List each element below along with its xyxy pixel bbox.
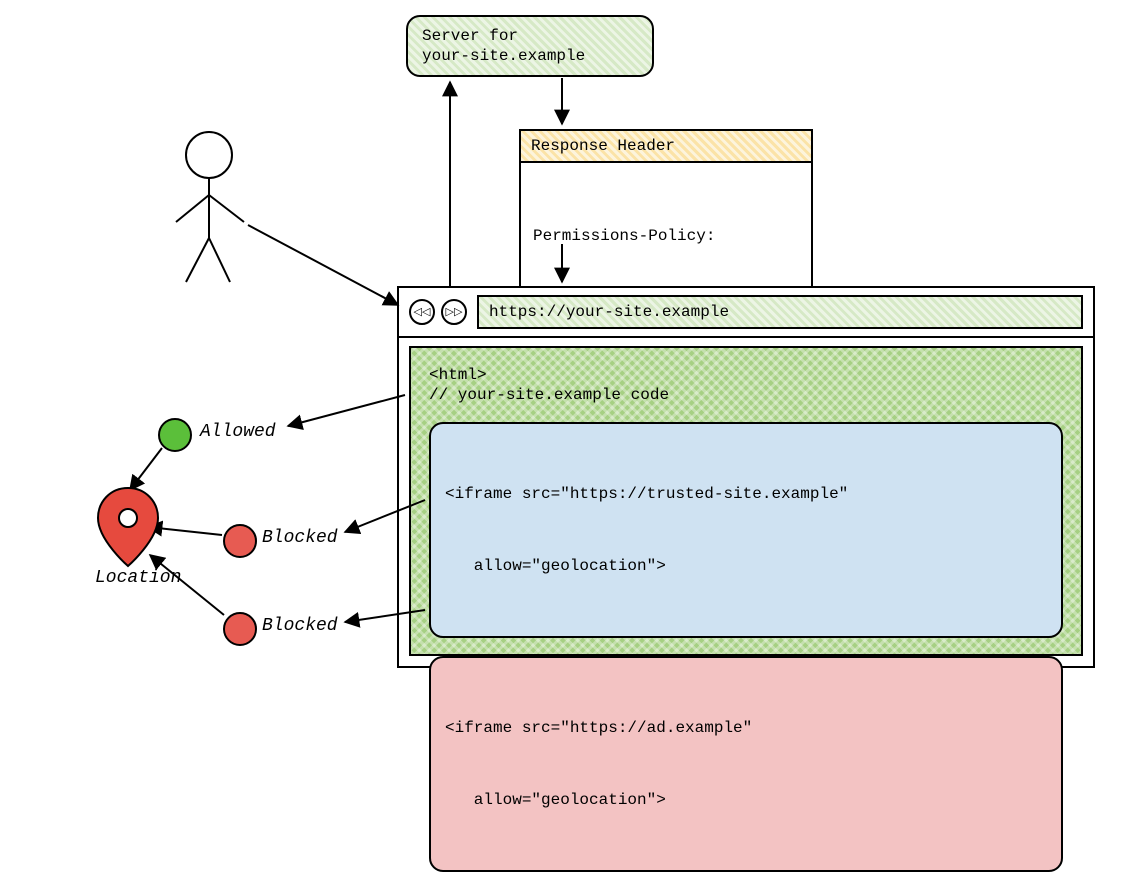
status-dot-blocked-ad [223,612,257,646]
page-code-line-comment: // your-site.example code [429,386,1063,404]
location-label: Location [95,568,181,588]
page-code-line-html: <html> [429,366,1063,384]
address-bar[interactable]: https://your-site.example [477,295,1083,329]
iframe-trusted-box: <iframe src="https://trusted-site.exampl… [429,422,1063,638]
address-url: https://your-site.example [489,303,729,321]
server-line1: Server for [422,26,585,46]
browser-toolbar: ◁◁ ▷▷ https://your-site.example [399,288,1093,338]
iframe-trusted-line2: allow="geolocation"> [445,554,1047,578]
location-pin-icon [98,488,158,566]
arrow-code-to-allowed [288,395,405,426]
browser-window: ◁◁ ▷▷ https://your-site.example <html> /… [397,286,1095,668]
user-icon [176,132,244,282]
iframe-ad-line1: <iframe src="https://ad.example" [445,716,1047,740]
arrow-allowed-to-location [130,448,162,490]
fast-forward-icon: ▷▷ [446,305,463,319]
server-box: Server for your-site.example [406,15,654,77]
policy-name: Permissions-Policy: [533,224,799,250]
arrow-user-to-browser [248,225,398,305]
arrow-blocked1-to-location [148,527,222,535]
server-line2: your-site.example [422,46,585,66]
iframe-ad-line2: allow="geolocation"> [445,788,1047,812]
status-label-allowed: Allowed [200,422,276,442]
page-viewport: <html> // your-site.example code <iframe… [409,346,1083,656]
status-label-blocked-trusted: Blocked [262,528,338,548]
rewind-icon: ◁◁ [414,305,431,319]
iframe-ad-box: <iframe src="https://ad.example" allow="… [429,656,1063,872]
diagram-stage: Server for your-site.example Response He… [0,0,1133,694]
status-dot-blocked-trusted [223,524,257,558]
response-header-title: Response Header [521,131,811,163]
nav-forward-button[interactable]: ▷▷ [441,299,467,325]
iframe-trusted-line1: <iframe src="https://trusted-site.exampl… [445,482,1047,506]
status-dot-allowed [158,418,192,452]
status-label-blocked-ad: Blocked [262,616,338,636]
nav-back-button[interactable]: ◁◁ [409,299,435,325]
